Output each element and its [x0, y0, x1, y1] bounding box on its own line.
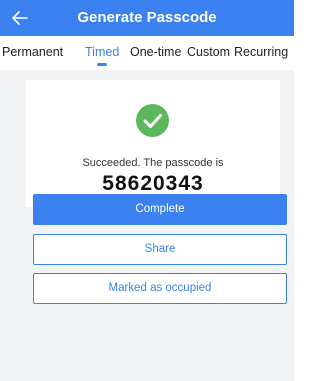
tab-one-time[interactable]: One-time — [130, 45, 181, 59]
complete-button[interactable]: Complete — [33, 194, 287, 225]
content-area: Succeeded. The passcode is 58620343 — [0, 70, 294, 381]
page-title: Generate Passcode — [77, 9, 217, 26]
tab-bar: Permanent Timed One-time Custom Recurrin… — [0, 36, 294, 70]
mark-occupied-button[interactable]: Marked as occupied — [33, 273, 287, 304]
check-circle-icon — [136, 104, 169, 137]
success-message: Succeeded. The passcode is — [82, 157, 224, 169]
tab-recurring[interactable]: Recurring — [234, 45, 288, 59]
result-card: Succeeded. The passcode is 58620343 — [26, 80, 280, 207]
share-button[interactable]: Share — [33, 234, 287, 265]
tab-custom[interactable]: Custom — [187, 45, 230, 59]
header-bar: Generate Passcode — [0, 0, 294, 36]
tab-permanent[interactable]: Permanent — [2, 45, 63, 59]
passcode-value: 58620343 — [102, 172, 204, 195]
active-tab-indicator — [97, 63, 107, 66]
tab-timed[interactable]: Timed — [85, 45, 119, 59]
